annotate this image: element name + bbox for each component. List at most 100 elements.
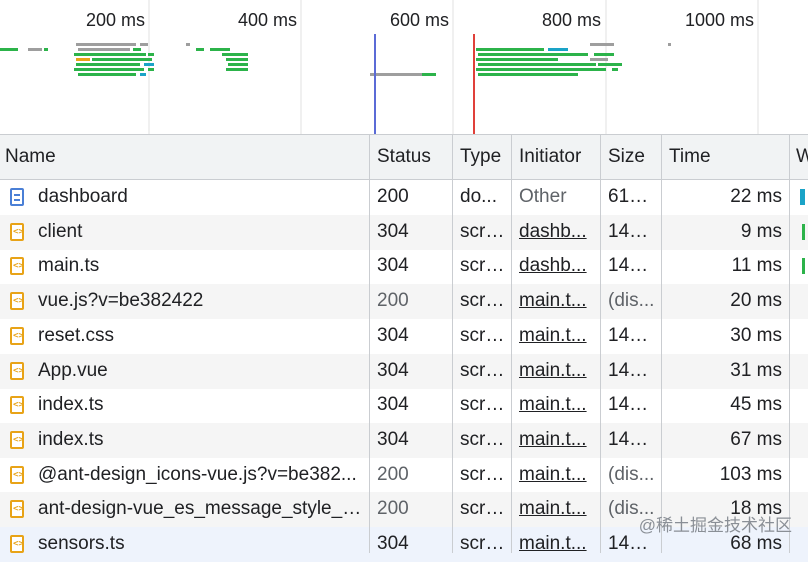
cell-time: 22 ms	[730, 186, 782, 207]
watermark: @稀土掘金技术社区	[638, 516, 792, 535]
overview-request-bar	[148, 53, 154, 56]
overview-request-bar	[476, 58, 558, 61]
overview-request-bar	[668, 43, 671, 46]
table-header: Name Status Type Initiator Size Time W	[0, 135, 808, 180]
cell-time: 9 ms	[740, 220, 782, 242]
table-row[interactable]: <> client 304 scri... dashb... 145... 9 ms	[0, 214, 808, 250]
tick-label-200ms: 200 ms	[85, 10, 145, 30]
requests-table: Name Status Type Initiator Size Time W d…	[0, 135, 808, 562]
overview-request-bar	[74, 68, 144, 71]
cell-status: 304	[377, 428, 409, 450]
table-row[interactable]: <> App.vue 304 scri... main.t... 145... 31 ms	[0, 353, 808, 389]
overview-request-bar	[612, 68, 618, 71]
overview-request-bar	[370, 73, 422, 76]
cell-time: 45 ms	[730, 394, 782, 416]
cell-initiator[interactable]: dashb...	[512, 249, 601, 284]
cell-name: vue.js?v=be382422	[38, 290, 204, 312]
column-divider	[369, 135, 370, 553]
column-divider	[511, 135, 512, 553]
cell-name: main.ts	[38, 255, 100, 277]
cell-time: 67 ms	[730, 428, 782, 450]
cell-size: 145...	[608, 428, 656, 450]
overview-request-bar	[210, 48, 230, 51]
tick-label-800ms: 800 ms	[541, 10, 601, 30]
overview-request-bar	[186, 43, 190, 46]
overview-request-bar	[590, 43, 614, 46]
overview-request-bar	[148, 68, 154, 71]
cell-name: dashboard	[38, 186, 128, 207]
cell-type: scri...	[460, 324, 506, 346]
overview-request-bar	[28, 48, 42, 51]
table-row[interactable]: dashboard 200 do... Other 615... 22 ms	[0, 180, 808, 215]
cell-status: 304	[377, 394, 409, 416]
overview-request-bar	[76, 58, 90, 61]
overview-request-bar	[44, 48, 48, 51]
cell-status: 304	[377, 324, 409, 346]
cell-type: scri...	[460, 463, 506, 485]
tick-label-1000ms: 1000 ms	[684, 10, 754, 30]
overview-request-bar	[196, 48, 204, 51]
overview-request-bar	[140, 73, 146, 76]
column-divider	[661, 135, 662, 553]
column-header-time[interactable]: Time	[662, 135, 790, 179]
table-row[interactable]: <> index.ts 304 scri... main.t... 145... 45 ms	[0, 388, 808, 423]
table-row[interactable]: <> main.ts 304 scri... dashb... 145... 11 ms	[0, 249, 808, 284]
cell-initiator[interactable]: main.t...	[512, 458, 601, 493]
cell-initiator[interactable]: main.t...	[512, 492, 601, 527]
tick-label-600ms: 600 ms	[389, 10, 449, 30]
waterfall-bar	[802, 223, 805, 240]
overview-request-bar	[478, 63, 596, 66]
table-row[interactable]: <> @ant-design_icons-vue.js?v=be382... 200…	[0, 458, 808, 493]
table-row[interactable]: <> index.ts 304 scri... main.t... 145... 67 ms	[0, 422, 808, 458]
cell-name: ant-design-vue_es_message_style_c...	[38, 498, 368, 520]
cell-type: scri...	[460, 533, 506, 554]
cell-time: 20 ms	[730, 290, 782, 312]
cell-initiator[interactable]: dashb...	[512, 215, 601, 250]
cell-time: 11 ms	[731, 255, 782, 277]
column-header-name[interactable]: Name	[0, 135, 370, 179]
overview-request-bar	[78, 73, 136, 76]
cell-initiator[interactable]: main.t...	[512, 354, 601, 389]
overview-request-bar	[226, 68, 248, 71]
column-header-initiator[interactable]: Initiator	[512, 135, 601, 179]
cell-name: index.ts	[38, 428, 104, 450]
cell-name: sensors.ts	[38, 533, 125, 554]
cell-initiator[interactable]: main.t...	[512, 527, 601, 562]
cell-time: 31 ms	[730, 359, 782, 381]
cell-status: 304	[377, 220, 409, 242]
cell-type: scri...	[460, 290, 506, 312]
overview-request-bar	[133, 48, 141, 51]
overview-request-bar	[422, 73, 436, 76]
cell-status: 200	[377, 498, 409, 520]
cell-name: index.ts	[38, 394, 104, 416]
cell-size: 145...	[608, 255, 656, 277]
network-overview-timeline[interactable]: 200 ms 400 ms 600 ms 800 ms 1000 ms	[0, 0, 808, 135]
table-row[interactable]: <> vue.js?v=be382422 200 scri... main.t... (d…	[0, 284, 808, 320]
cell-name: client	[38, 220, 83, 242]
cell-size: 145...	[608, 220, 656, 242]
overview-request-bar	[548, 48, 568, 51]
cell-time: 103 ms	[719, 463, 782, 485]
cell-initiator[interactable]: main.t...	[512, 284, 601, 319]
cell-size: (dis...	[608, 463, 655, 485]
cell-size: 145...	[608, 394, 656, 416]
waterfall-bar	[800, 189, 805, 205]
cell-name: @ant-design_icons-vue.js?v=be382...	[38, 463, 357, 485]
cell-status: 200	[377, 463, 409, 485]
table-row[interactable]: <> reset.css 304 scri... main.t... 145... 30 m…	[0, 319, 808, 354]
cell-initiator[interactable]: main.t...	[512, 388, 601, 423]
overview-request-bar	[222, 53, 248, 56]
column-header-status[interactable]: Status	[370, 135, 453, 179]
cell-status: 200	[377, 290, 409, 312]
cell-type: scri...	[460, 428, 506, 450]
overview-request-bar	[590, 58, 608, 61]
column-header-waterfall[interactable]: W	[790, 135, 808, 179]
overview-request-bar	[478, 53, 588, 56]
overview-request-bar	[598, 63, 622, 66]
cell-type: scri...	[460, 220, 506, 242]
column-header-size[interactable]: Size	[601, 135, 662, 179]
cell-initiator[interactable]: main.t...	[512, 423, 601, 458]
cell-name: App.vue	[38, 359, 108, 381]
column-header-type[interactable]: Type	[453, 135, 512, 179]
cell-initiator[interactable]: main.t...	[512, 319, 601, 354]
